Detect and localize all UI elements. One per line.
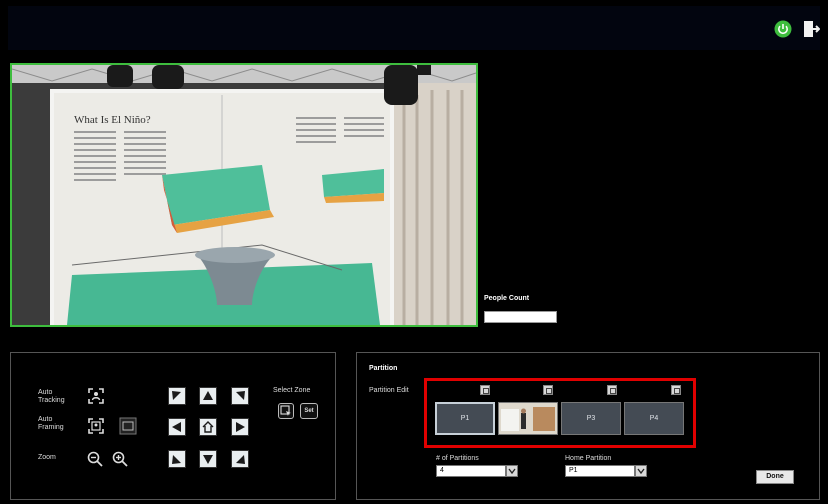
people-count-label: People Count	[484, 295, 530, 302]
pan-up-button[interactable]	[199, 387, 217, 405]
chevron-down-icon	[508, 468, 516, 475]
home-icon	[202, 421, 214, 433]
partition-thumbnail	[499, 403, 557, 434]
zoom-in-icon[interactable]	[111, 450, 129, 468]
home-position-button[interactable]	[199, 418, 217, 436]
auto-framing-label: Auto Framing	[38, 416, 64, 431]
chevron-down-icon	[637, 468, 645, 475]
pan-right-button[interactable]	[231, 418, 249, 436]
power-icon[interactable]	[774, 20, 792, 38]
zone-cursor-icon	[280, 405, 291, 416]
arrow-up-left-icon	[172, 391, 181, 400]
auto-framing-icon[interactable]	[87, 417, 105, 435]
people-count-field	[484, 311, 557, 323]
home-partition-label: Home Partition	[565, 455, 612, 462]
arrow-up-right-icon	[236, 391, 245, 400]
auto-tracking-label: Auto Tracking	[38, 389, 65, 404]
zoom-label: Zoom	[38, 454, 56, 461]
partition-count-dropdown[interactable]	[506, 465, 518, 477]
done-button[interactable]: Done	[756, 470, 794, 484]
home-partition-dropdown[interactable]	[635, 465, 647, 477]
partition-count-select[interactable]: 4	[436, 465, 506, 477]
arrow-down-left-icon	[172, 455, 181, 464]
camera-video-feed[interactable]: What Is El Niño?	[10, 63, 478, 327]
pan-left-button[interactable]	[168, 418, 186, 436]
arrow-down-icon	[203, 455, 213, 464]
auto-tracking-icon[interactable]	[87, 387, 105, 405]
pan-down-left-button[interactable]	[168, 450, 186, 468]
arrow-up-icon	[203, 391, 213, 400]
partition-edit-label: Partition Edit	[369, 387, 409, 394]
svg-text:What Is El Niño?: What Is El Niño?	[74, 114, 151, 126]
pan-down-right-button[interactable]	[231, 450, 249, 468]
pan-down-button[interactable]	[199, 450, 217, 468]
zone-set-button[interactable]: Set	[300, 403, 318, 419]
partition-2-edit-icon[interactable]	[543, 385, 553, 395]
select-zone-button[interactable]	[278, 403, 294, 419]
zoom-out-icon[interactable]	[86, 450, 104, 468]
select-zone-label: Select Zone	[273, 387, 311, 394]
pan-up-right-button[interactable]	[231, 387, 249, 405]
pan-up-left-button[interactable]	[168, 387, 186, 405]
partition-1-edit-icon[interactable]	[480, 385, 490, 395]
exit-icon[interactable]	[802, 20, 820, 38]
arrow-left-icon	[172, 422, 181, 432]
partition-tile-p3[interactable]: P3	[561, 402, 621, 435]
partition-tile-p1[interactable]: P1	[435, 402, 495, 435]
partition-tile-p2[interactable]	[498, 402, 558, 435]
partition-4-edit-icon[interactable]	[671, 385, 681, 395]
top-bar	[8, 6, 820, 50]
partition-3-edit-icon[interactable]	[607, 385, 617, 395]
arrow-right-icon	[236, 422, 245, 432]
framing-preview-icon[interactable]	[119, 417, 137, 435]
arrow-down-right-icon	[236, 455, 245, 464]
partition-tile-p4[interactable]: P4	[624, 402, 684, 435]
partition-count-label: # of Partitions	[436, 455, 479, 462]
camera-scene: What Is El Niño?	[12, 65, 476, 325]
home-partition-select[interactable]: P1	[565, 465, 635, 477]
partition-title: Partition	[369, 365, 398, 372]
